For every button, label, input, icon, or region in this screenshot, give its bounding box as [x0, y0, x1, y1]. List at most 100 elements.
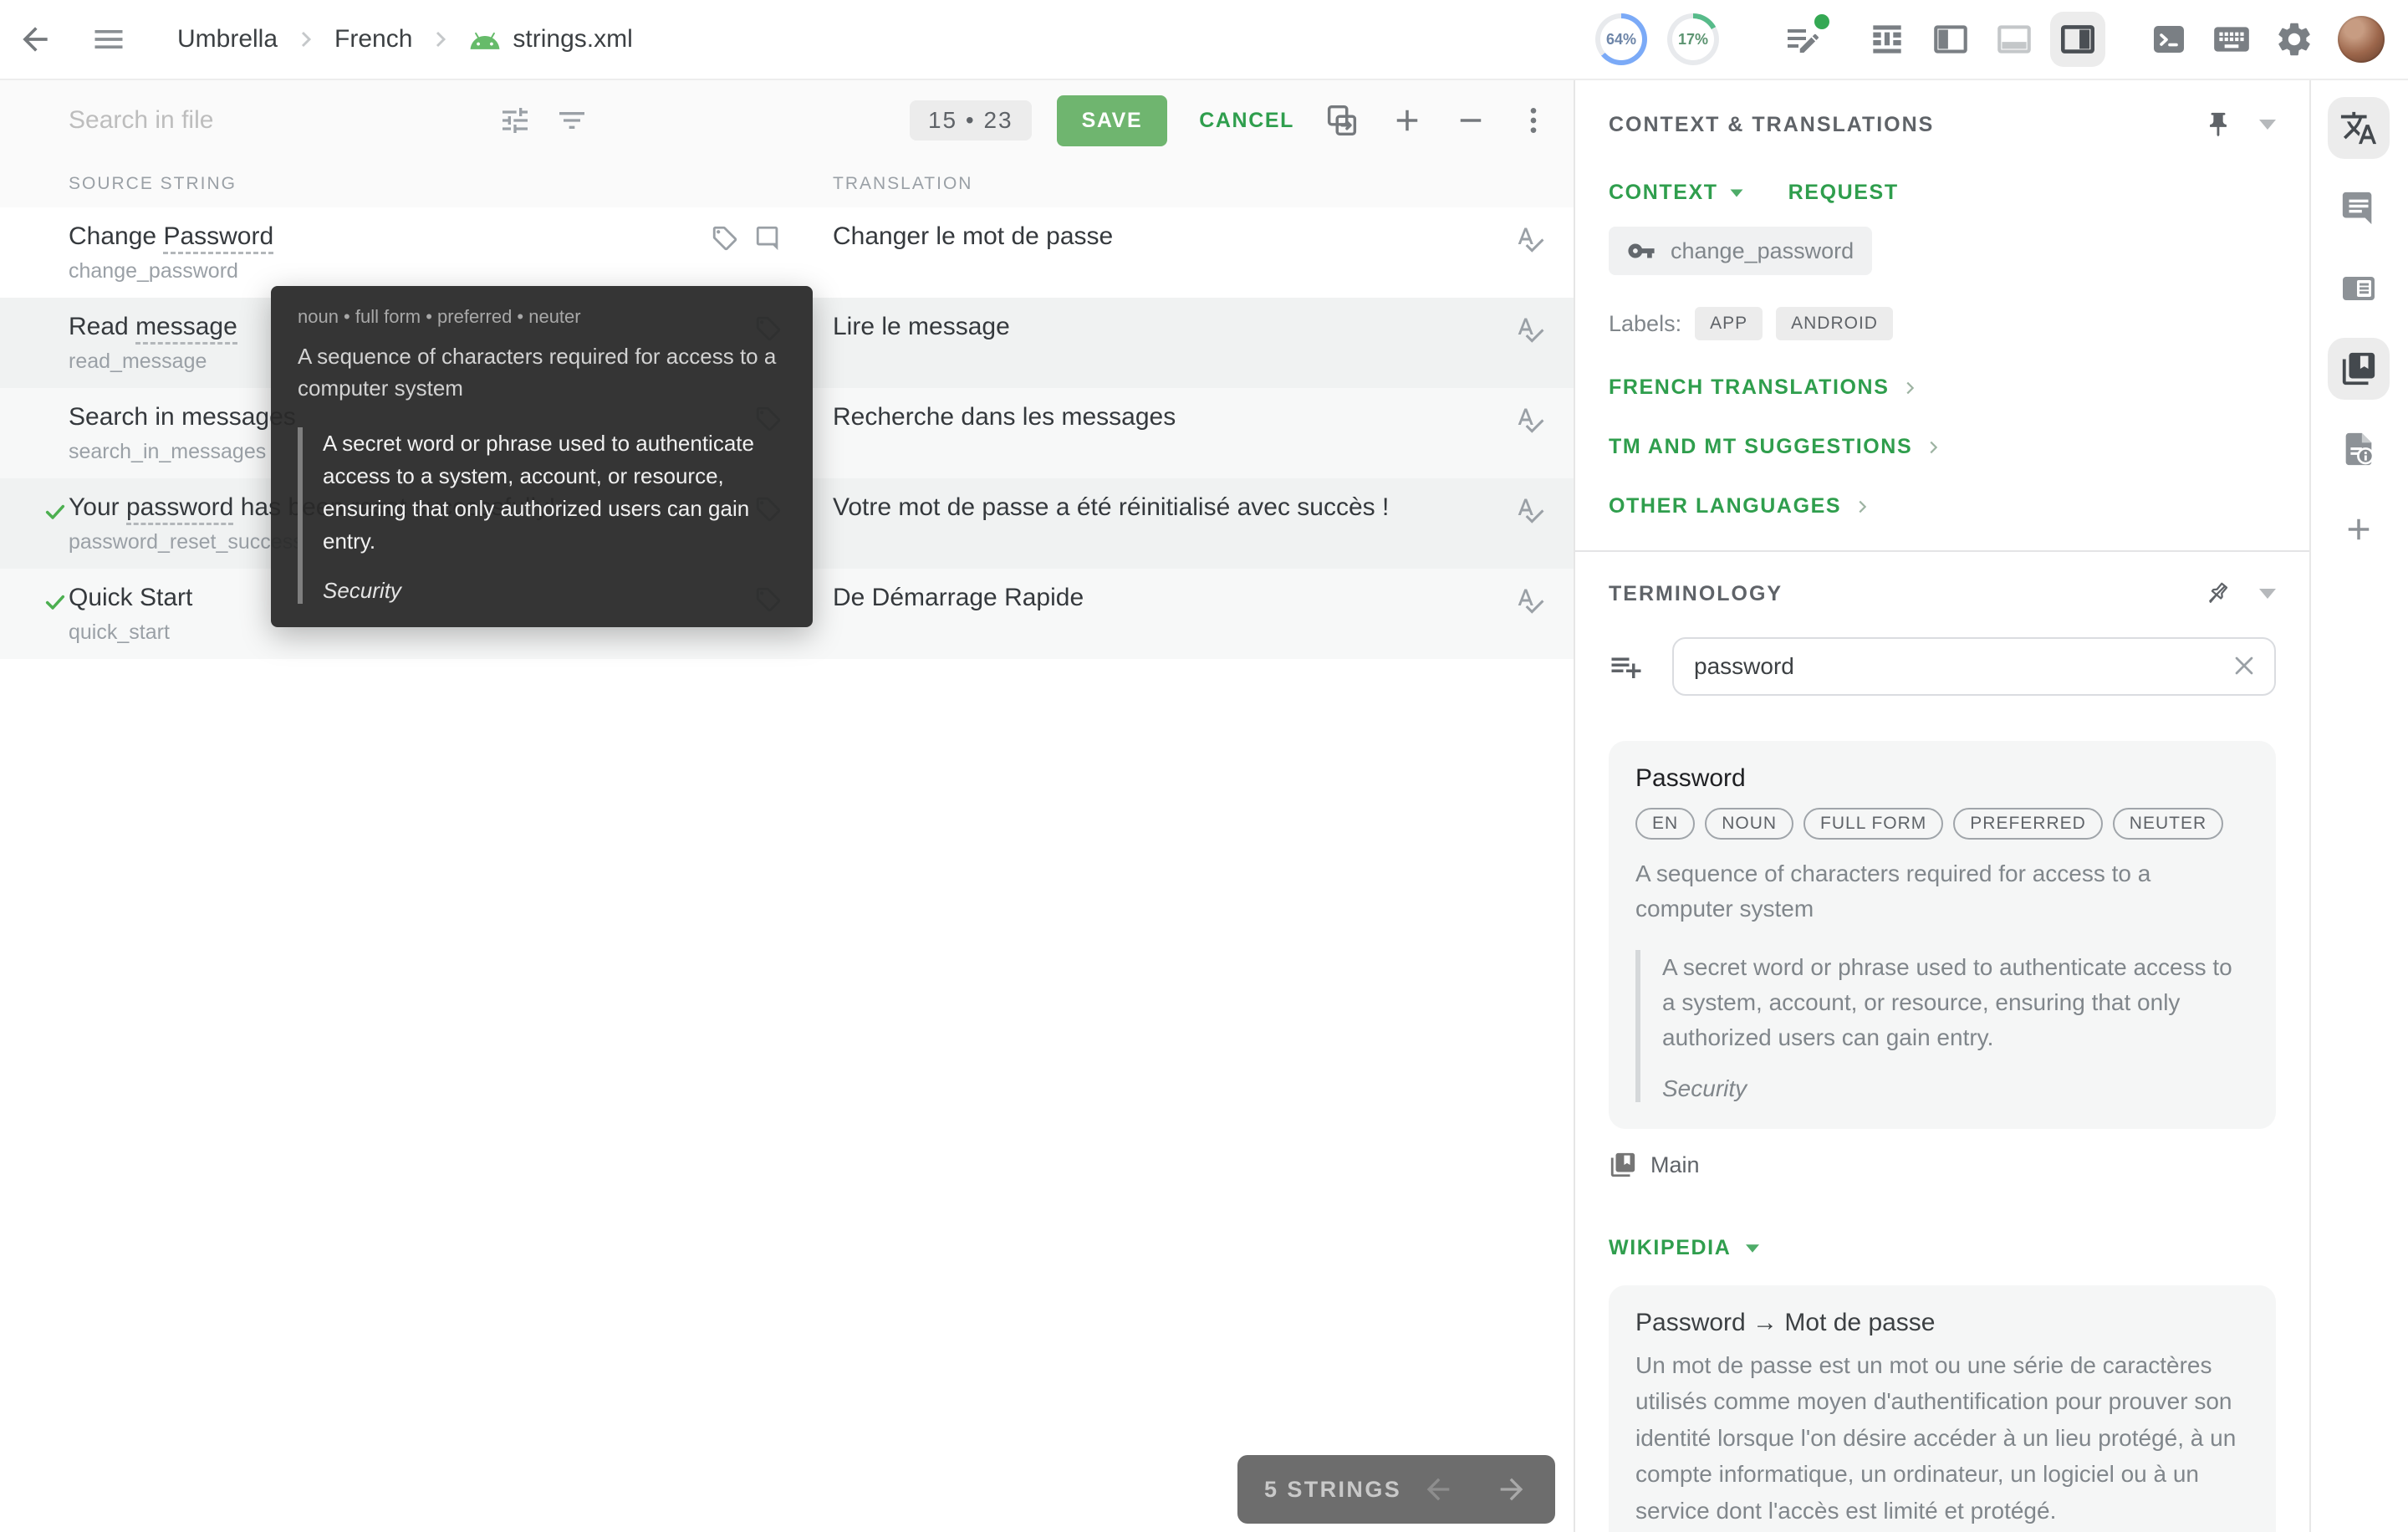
menu-button[interactable]: [90, 21, 127, 58]
tag-icon[interactable]: [711, 224, 739, 253]
column-source: SOURCE STRING: [69, 174, 237, 194]
translation-text[interactable]: Recherche dans les messages: [833, 403, 1176, 432]
back-button[interactable]: [17, 21, 54, 58]
layout-left-button[interactable]: [1930, 18, 1972, 60]
labels-row: Labels: APP ANDROID: [1609, 307, 2276, 340]
previous-page-button[interactable]: [1421, 1473, 1455, 1506]
term-subject: Security: [1662, 1075, 2249, 1102]
panel-tab-translations[interactable]: [2328, 97, 2390, 159]
spellcheck-icon[interactable]: [1515, 405, 1545, 435]
key-icon: [1627, 237, 1656, 265]
collapse-panel-button[interactable]: [2259, 120, 2276, 130]
term-tags: EN NOUN FULL FORM PREFERRED NEUTER: [1635, 808, 2249, 840]
pin-panel-button[interactable]: [2204, 110, 2232, 139]
approved-progress-ring[interactable]: 17%: [1667, 13, 1719, 65]
copy-source-button[interactable]: [1323, 101, 1361, 140]
label-chip[interactable]: APP: [1695, 307, 1763, 340]
translation-text[interactable]: Votre mot de passe a été réinitialisé av…: [833, 493, 1389, 522]
layout-left-icon: [1930, 18, 1972, 60]
section-other-languages[interactable]: OTHER LANGUAGES: [1609, 494, 2276, 518]
tab-request[interactable]: REQUEST: [1788, 181, 1899, 205]
terminology-title: TERMINOLOGY: [1609, 582, 1783, 606]
spellcheck-icon[interactable]: [1515, 495, 1545, 525]
panel-tab-file-info[interactable]: [2328, 418, 2390, 480]
breadcrumb-file[interactable]: strings.xml: [469, 25, 632, 54]
add-term-icon: [1609, 649, 1644, 684]
spellcheck-icon[interactable]: [1515, 585, 1545, 615]
clear-search-button[interactable]: [2229, 651, 2259, 681]
remove-string-button[interactable]: [1453, 103, 1488, 138]
string-key: password_reset_success: [69, 530, 304, 554]
terminal-button[interactable]: [2149, 19, 2189, 59]
android-icon: [469, 28, 501, 51]
collapse-terminology-button[interactable]: [2259, 589, 2276, 599]
glossary-row[interactable]: Main: [1609, 1151, 2276, 1179]
terminology-search-input[interactable]: [1672, 637, 2276, 696]
chevron-right-icon: [1900, 379, 1919, 397]
tooltip-quote: A secret word or phrase used to authenti…: [323, 427, 786, 558]
save-button[interactable]: SAVE: [1057, 95, 1168, 146]
layout-right-button[interactable]: [2050, 12, 2105, 67]
tune-filter-button[interactable]: [498, 104, 532, 137]
translation-text[interactable]: Lire le message: [833, 313, 1010, 341]
table-header: SOURCE STRING TRANSLATION: [0, 161, 1574, 207]
terminal-icon: [2149, 19, 2189, 59]
string-counter-badge[interactable]: 15 • 23: [910, 100, 1032, 140]
add-term-button[interactable]: [1609, 649, 1644, 684]
term-title: Password: [1635, 764, 2249, 793]
breadcrumb: Umbrella French strings.xml: [177, 25, 633, 54]
breadcrumb-language[interactable]: French: [334, 25, 412, 54]
wikipedia-entry-body: Un mot de passe est un mot ou une série …: [1635, 1347, 2249, 1529]
string-key: search_in_messages: [69, 440, 266, 464]
comment-icon[interactable]: [754, 224, 783, 253]
cancel-button[interactable]: CANCEL: [1199, 109, 1294, 133]
spellcheck-icon[interactable]: [1515, 224, 1545, 254]
layout-bottom-button[interactable]: [1993, 18, 2035, 60]
term-definition: A sequence of characters required for ac…: [1635, 856, 2249, 927]
terminology-tooltip: noun • full form • preferred • neuter A …: [271, 286, 813, 627]
card-icon: [2339, 268, 2379, 309]
notes-edit-button[interactable]: [1783, 19, 1823, 59]
tab-context[interactable]: CONTEXT: [1609, 181, 1745, 205]
label-chip[interactable]: ANDROID: [1776, 307, 1893, 340]
search-input[interactable]: [69, 106, 411, 135]
add-panel-button[interactable]: [2328, 498, 2390, 560]
filter-button[interactable]: [555, 104, 589, 137]
string-key: change_password: [69, 259, 238, 283]
unpin-terminology-button[interactable]: [2202, 579, 2232, 609]
string-key-chip[interactable]: change_password: [1609, 227, 1872, 275]
pagination-bar: 5 STRINGS: [1237, 1455, 1555, 1524]
tooltip-meta: noun • full form • preferred • neuter: [298, 306, 786, 328]
add-string-button[interactable]: [1390, 103, 1425, 138]
wikipedia-card: Password → Mot de passe Un mot de passe …: [1609, 1285, 2276, 1532]
menu-icon: [90, 21, 127, 58]
translation-text[interactable]: Changer le mot de passe: [833, 222, 1113, 251]
term-quote-block: A secret word or phrase used to authenti…: [1635, 950, 2249, 1102]
next-page-button[interactable]: [1495, 1473, 1528, 1506]
section-tm-mt-suggestions[interactable]: TM AND MT SUGGESTIONS: [1609, 435, 2276, 459]
tooltip-quote-block: A secret word or phrase used to authenti…: [298, 427, 786, 604]
wikipedia-section-toggle[interactable]: WIKIPEDIA: [1609, 1236, 2276, 1260]
breadcrumb-project[interactable]: Umbrella: [177, 25, 278, 54]
section-french-translations[interactable]: FRENCH TRANSLATIONS: [1609, 375, 2276, 400]
translation-editor-app: Umbrella French strings.xml 64% 17%: [0, 0, 2408, 1532]
more-options-button[interactable]: [1517, 104, 1550, 137]
panel-tab-terminology[interactable]: [2328, 338, 2390, 400]
file-toolbar: 15 • 23 SAVE CANCEL: [0, 80, 1574, 161]
keyboard-button[interactable]: [2211, 18, 2252, 60]
panel-tab-comments[interactable]: [2328, 177, 2390, 239]
unpin-icon: [2202, 579, 2232, 609]
spellcheck-icon[interactable]: [1515, 314, 1545, 345]
table-view-button[interactable]: [1866, 18, 1908, 60]
translated-progress-ring[interactable]: 64%: [1595, 13, 1647, 65]
table-row[interactable]: Change Password change_password Changer …: [0, 207, 1574, 298]
chevron-right-icon: [1924, 438, 1942, 457]
back-icon: [17, 21, 54, 58]
user-avatar[interactable]: [2338, 16, 2385, 63]
tooltip-subject: Security: [323, 578, 786, 604]
translation-text[interactable]: De Démarrage Rapide: [833, 584, 1084, 612]
panel-tab-context-card[interactable]: [2328, 258, 2390, 319]
editor-main: 15 • 23 SAVE CANCEL: [0, 80, 1574, 1532]
settings-button[interactable]: [2274, 19, 2314, 59]
chevron-right-icon: [293, 26, 319, 53]
